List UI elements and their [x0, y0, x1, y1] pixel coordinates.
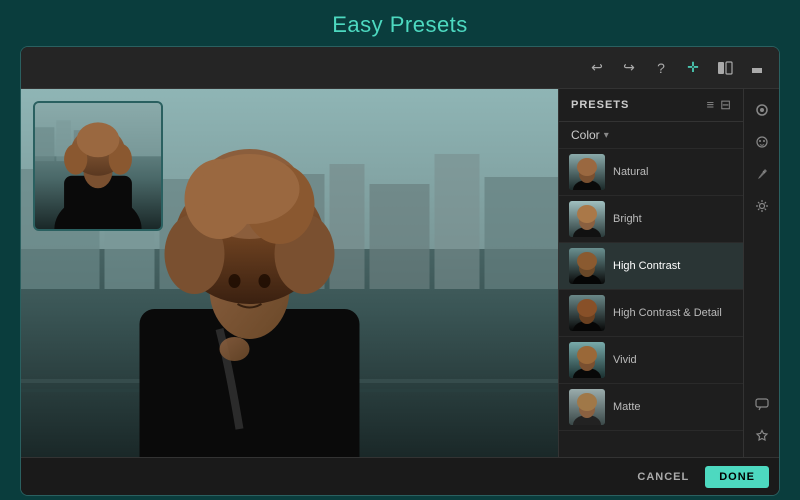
- preset-item-bright[interactable]: Bright: [559, 196, 743, 243]
- preset-thumb-bright: [569, 201, 605, 237]
- color-filter-row[interactable]: Color ▾: [559, 122, 743, 149]
- add-icon[interactable]: ✛: [681, 56, 705, 80]
- comment-icon[interactable]: [749, 391, 775, 417]
- photo-area: [21, 89, 558, 457]
- bottom-bar: CANCEL DONE: [21, 457, 779, 495]
- preset-item-matte[interactable]: Matte: [559, 384, 743, 431]
- preset-name-high-contrast: High Contrast: [613, 260, 680, 272]
- preset-item-high-contrast[interactable]: High Contrast: [559, 243, 743, 290]
- preset-thumb-high-contrast: [569, 248, 605, 284]
- presets-panel: PRESETS ≡ ⊟ Color ▾: [558, 89, 743, 457]
- main-content: PRESETS ≡ ⊟ Color ▾: [21, 89, 779, 457]
- redo-icon[interactable]: ↪: [617, 56, 641, 80]
- preset-thumb-high-contrast-detail: [569, 295, 605, 331]
- preset-item-natural[interactable]: Natural: [559, 149, 743, 196]
- top-toolbar: ↩ ↪ ? ✛: [21, 47, 779, 89]
- preset-name-natural: Natural: [613, 166, 648, 178]
- preset-name-bright: Bright: [613, 213, 642, 225]
- info-icon[interactable]: ?: [649, 56, 673, 80]
- app-container: ↩ ↪ ? ✛: [20, 46, 780, 496]
- star-icon[interactable]: [749, 423, 775, 449]
- chevron-down-icon: ▾: [604, 130, 609, 141]
- page-title: Easy Presets: [332, 0, 468, 46]
- preset-thumb-matte: [569, 389, 605, 425]
- presets-list: Natural: [559, 149, 743, 457]
- side-icons-panel: [743, 89, 779, 457]
- panel-header: PRESETS ≡ ⊟: [559, 89, 743, 122]
- preset-name-vivid: Vivid: [613, 354, 637, 366]
- share-icon[interactable]: [745, 56, 769, 80]
- undo-icon[interactable]: ↩: [585, 56, 609, 80]
- done-button[interactable]: DONE: [705, 466, 769, 488]
- preset-item-high-contrast-detail[interactable]: High Contrast & Detail: [559, 290, 743, 337]
- settings-gear-icon[interactable]: [749, 193, 775, 219]
- preset-item-vivid[interactable]: Vivid: [559, 337, 743, 384]
- brush-icon[interactable]: [749, 161, 775, 187]
- circle-tool-icon[interactable]: [749, 97, 775, 123]
- face-detect-icon[interactable]: [749, 129, 775, 155]
- cancel-button[interactable]: CANCEL: [629, 467, 697, 487]
- color-filter-label: Color: [571, 128, 600, 142]
- preset-thumb-natural: [569, 154, 605, 190]
- panel-title: PRESETS: [571, 99, 629, 111]
- preset-name-high-contrast-detail: High Contrast & Detail: [613, 307, 722, 319]
- menu-icon[interactable]: ≡: [707, 97, 715, 113]
- preset-thumb-vivid: [569, 342, 605, 378]
- preset-name-matte: Matte: [613, 401, 641, 413]
- compare-icon[interactable]: [713, 56, 737, 80]
- thumbnail-preview: [33, 101, 163, 231]
- adjust-icon[interactable]: ⊟: [720, 97, 731, 113]
